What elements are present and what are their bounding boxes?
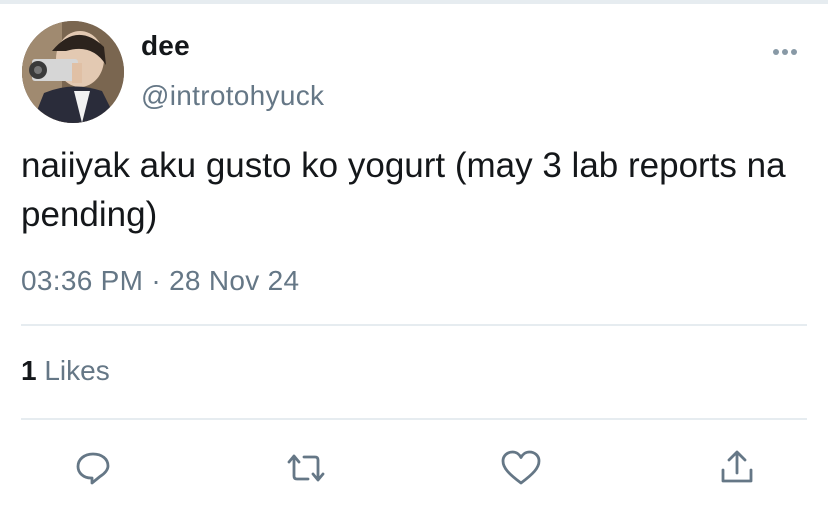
like-button[interactable]	[499, 446, 543, 490]
tweet-timestamp[interactable]: 03:36 PM · 28 Nov 24	[21, 265, 299, 297]
likes-stat[interactable]: 1 Likes	[21, 355, 110, 387]
tweet-time: 03:36 PM	[21, 265, 144, 296]
reply-button[interactable]	[71, 446, 115, 490]
divider-meta	[21, 324, 807, 326]
retweet-icon	[287, 454, 325, 482]
tweet-date: 28 Nov 24	[169, 265, 300, 296]
reply-icon	[76, 452, 110, 485]
more-options-button[interactable]	[770, 40, 800, 64]
display-name[interactable]: dee	[141, 30, 190, 62]
likes-count: 1	[21, 355, 37, 386]
retweet-button[interactable]	[284, 446, 328, 490]
user-handle[interactable]: @introtohyuck	[141, 80, 324, 112]
avatar[interactable]	[22, 21, 124, 123]
top-divider	[0, 0, 828, 4]
likes-label: Likes	[44, 355, 110, 386]
more-horizontal-icon	[773, 49, 797, 55]
divider-stats	[21, 418, 807, 420]
heart-icon	[501, 450, 541, 485]
share-icon	[721, 450, 753, 483]
meta-separator: ·	[151, 265, 161, 296]
avatar-photo	[22, 21, 124, 123]
share-button[interactable]	[715, 446, 759, 490]
tweet-text: naiiyak aku gusto ko yogurt (may 3 lab r…	[21, 146, 786, 234]
